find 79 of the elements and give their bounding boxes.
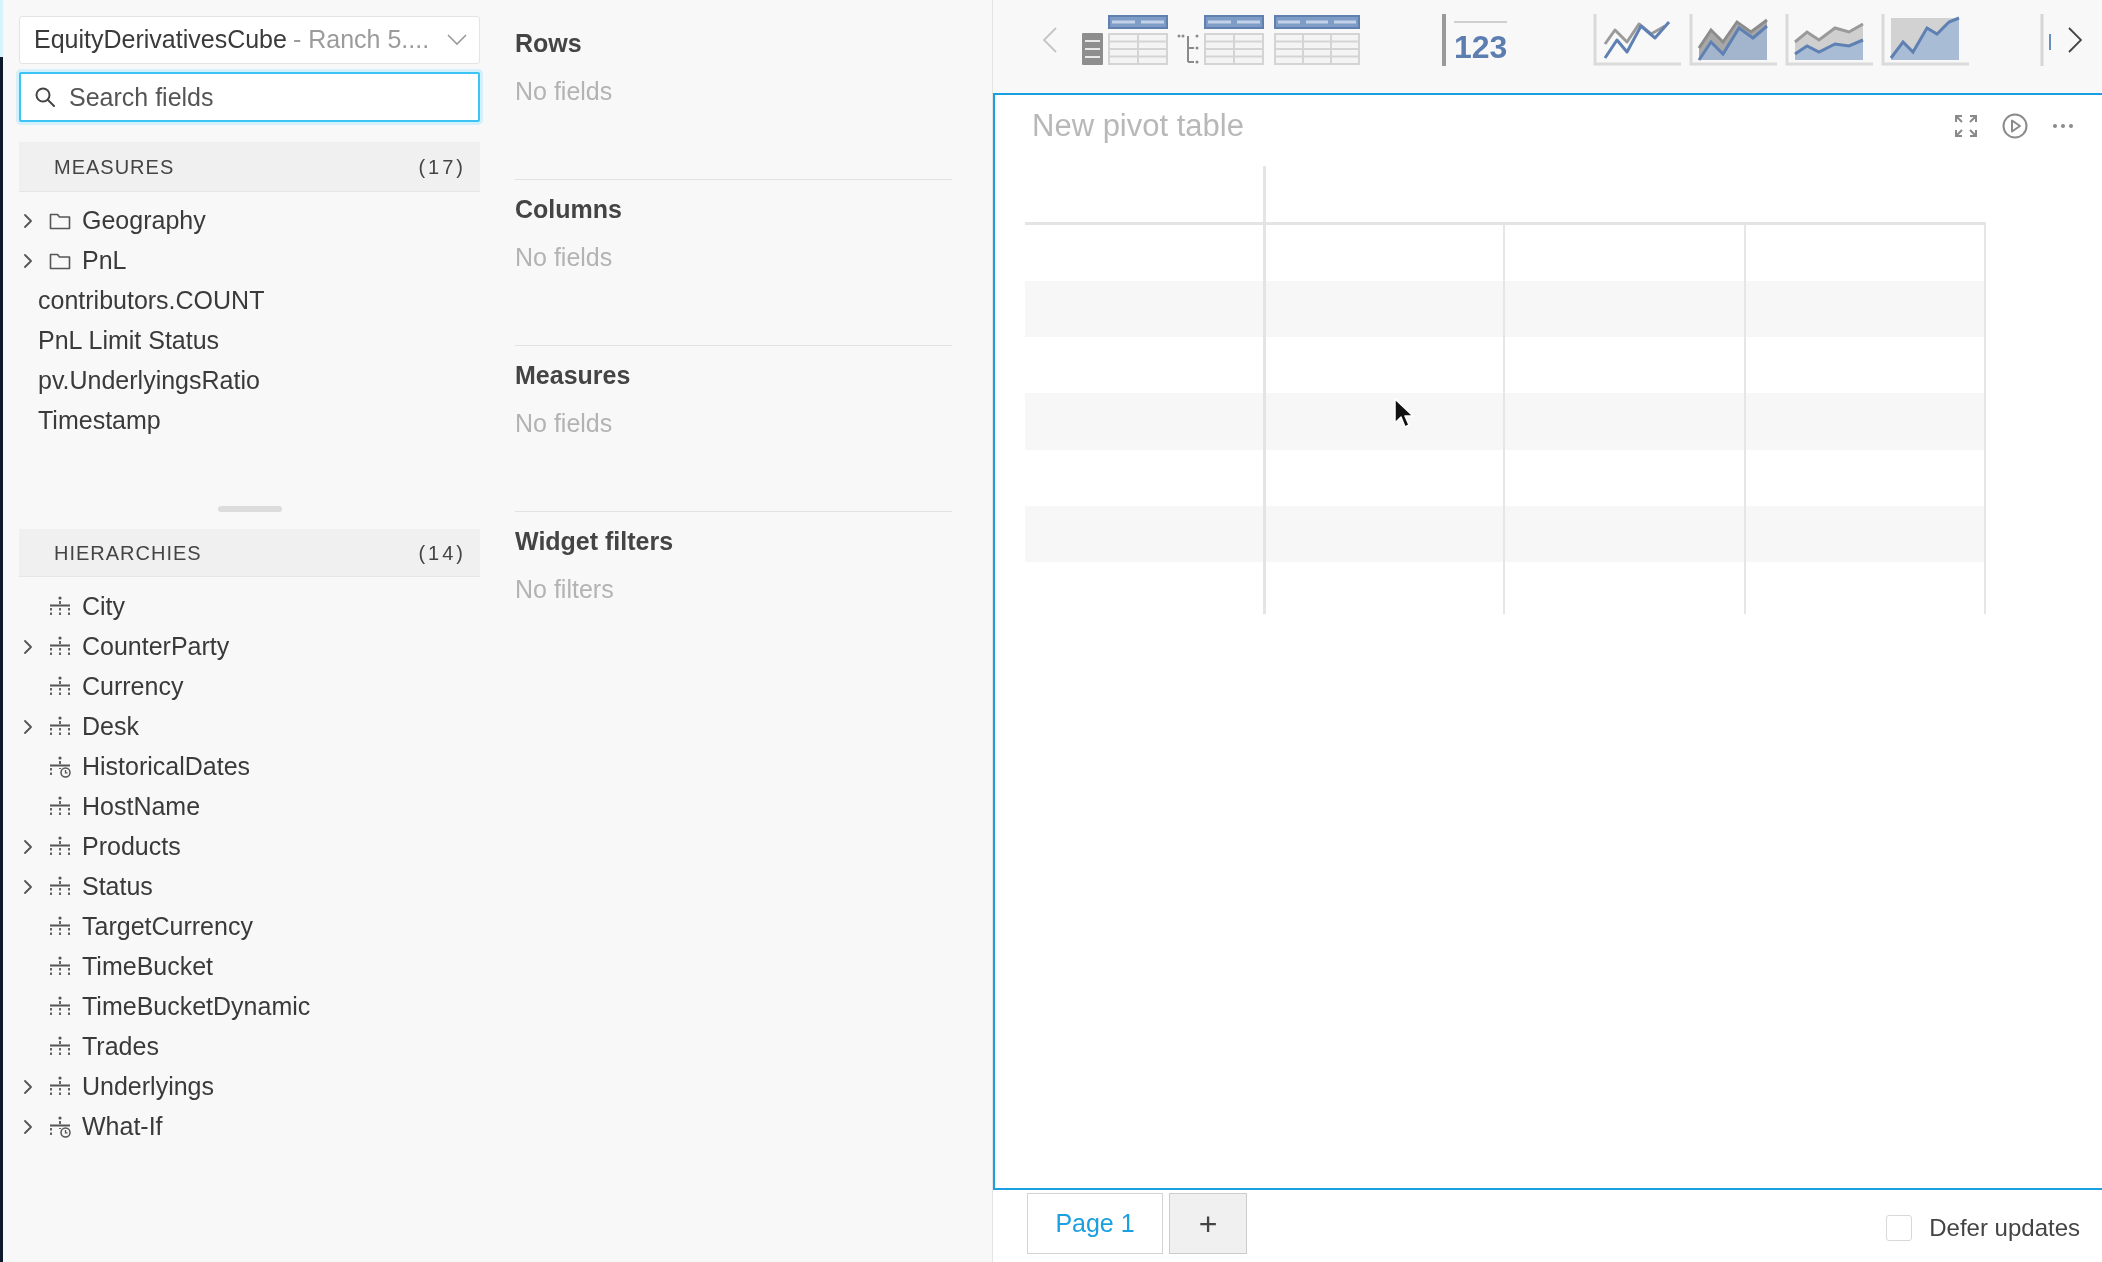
hierarchy-item[interactable]: Products bbox=[19, 827, 480, 867]
hierarchy-icon bbox=[49, 1036, 71, 1058]
hierarchy-item[interactable]: Underlyings bbox=[19, 1067, 480, 1107]
hierarchy-item[interactable]: What-If bbox=[19, 1107, 480, 1147]
folder-icon bbox=[49, 252, 71, 270]
section-title: Rows bbox=[515, 28, 582, 58]
empty-hint: No filters bbox=[515, 574, 614, 604]
hierarchy-item[interactable]: HostName bbox=[19, 787, 480, 827]
hierarchy-icon bbox=[49, 836, 71, 858]
chevron-right-icon[interactable] bbox=[23, 213, 33, 229]
stacked-area-chart-icon[interactable] bbox=[1785, 13, 1873, 66]
measure-item[interactable]: PnL Limit Status bbox=[19, 321, 480, 361]
item-count: (17) bbox=[418, 154, 466, 180]
measure-item[interactable]: Timestamp bbox=[19, 401, 480, 441]
chevron-right-icon[interactable] bbox=[23, 1079, 33, 1095]
chevron-right-icon[interactable] bbox=[23, 639, 33, 655]
hierarchy-item[interactable]: Desk bbox=[19, 707, 480, 747]
chevron-right-icon[interactable] bbox=[23, 719, 33, 735]
play-icon[interactable] bbox=[2002, 113, 2028, 139]
widget-title: New pivot table bbox=[1032, 106, 1244, 145]
section-title: Widget filters bbox=[515, 526, 674, 556]
partial-chart-icon[interactable] bbox=[2040, 13, 2052, 66]
tree-table-icon[interactable] bbox=[1177, 13, 1265, 66]
filled-area-chart-icon[interactable] bbox=[1881, 13, 1969, 66]
more-icon[interactable] bbox=[2052, 123, 2074, 129]
hierarchy-item[interactable]: Currency bbox=[19, 667, 480, 707]
hierarchy-icon bbox=[49, 676, 71, 698]
hierarchy-icon bbox=[49, 636, 71, 658]
fullscreen-icon[interactable] bbox=[1954, 114, 1978, 138]
kpi-widget-button[interactable]: 123 bbox=[1442, 13, 1509, 66]
chevron-right-icon[interactable] bbox=[23, 879, 33, 895]
section-title: Columns bbox=[515, 194, 622, 224]
mouse-cursor-icon bbox=[1394, 398, 1414, 430]
search-icon bbox=[35, 87, 55, 107]
hierarchy-item[interactable]: HistoricalDates bbox=[19, 747, 480, 787]
folder-item[interactable]: PnL bbox=[19, 241, 480, 281]
chevron-down-icon bbox=[447, 34, 467, 46]
empty-hint: No fields bbox=[515, 76, 613, 106]
search-field[interactable]: Search fields bbox=[19, 72, 480, 122]
empty-hint: No fields bbox=[515, 242, 613, 272]
hierarchy-item[interactable]: TargetCurrency bbox=[19, 907, 480, 947]
measure-item[interactable]: pv.UnderlyingsRatio bbox=[19, 361, 480, 401]
item-count: (14) bbox=[418, 540, 466, 566]
area-chart-icon[interactable] bbox=[1689, 13, 1777, 66]
hierarchy-icon bbox=[49, 916, 71, 938]
section-title: HIERARCHIES bbox=[54, 540, 202, 566]
hierarchy-item[interactable]: TimeBucketDynamic bbox=[19, 987, 480, 1027]
hierarchy-item[interactable]: Status bbox=[19, 867, 480, 907]
hierarchy-item[interactable]: City bbox=[19, 587, 480, 627]
section-title: MEASURES bbox=[54, 154, 175, 180]
hierarchy-clock-icon bbox=[49, 1116, 71, 1138]
add-page-button[interactable]: + bbox=[1169, 1193, 1247, 1254]
line-chart-icon[interactable] bbox=[1593, 13, 1681, 66]
folder-icon bbox=[49, 212, 71, 230]
hierarchy-item[interactable]: Trades bbox=[19, 1027, 480, 1067]
hierarchy-icon bbox=[49, 596, 71, 618]
checkbox[interactable] bbox=[1886, 1215, 1913, 1241]
chevron-right-icon[interactable] bbox=[23, 839, 33, 855]
hierarchy-icon bbox=[49, 956, 71, 978]
hierarchy-icon bbox=[49, 716, 71, 738]
pivot-table-icon[interactable] bbox=[1081, 13, 1169, 66]
chevron-right-icon[interactable] bbox=[23, 253, 33, 269]
chevron-right-icon[interactable] bbox=[23, 1119, 33, 1135]
folder-item[interactable]: Geography bbox=[19, 201, 480, 241]
hierarchy-icon bbox=[49, 796, 71, 818]
measure-item[interactable]: contributors.COUNT bbox=[19, 281, 480, 321]
hierarchy-icon bbox=[49, 996, 71, 1018]
hierarchy-item[interactable]: CounterParty bbox=[19, 627, 480, 667]
chevron-right-icon[interactable] bbox=[2068, 26, 2082, 53]
resize-handle[interactable] bbox=[217, 506, 282, 512]
table-icon[interactable] bbox=[1273, 13, 1361, 66]
hierarchy-icon bbox=[49, 876, 71, 898]
hierarchy-item[interactable]: TimeBucket bbox=[19, 947, 480, 987]
hierarchy-clock-icon bbox=[49, 756, 71, 778]
cube-selector[interactable]: EquityDerivativesCube - Ranch 5.... bbox=[19, 16, 480, 64]
checkbox-label[interactable]: Defer updates bbox=[1929, 1210, 2080, 1246]
section-title: Measures bbox=[515, 360, 631, 390]
hierarchy-icon bbox=[49, 1076, 71, 1098]
empty-hint: No fields bbox=[515, 408, 613, 438]
